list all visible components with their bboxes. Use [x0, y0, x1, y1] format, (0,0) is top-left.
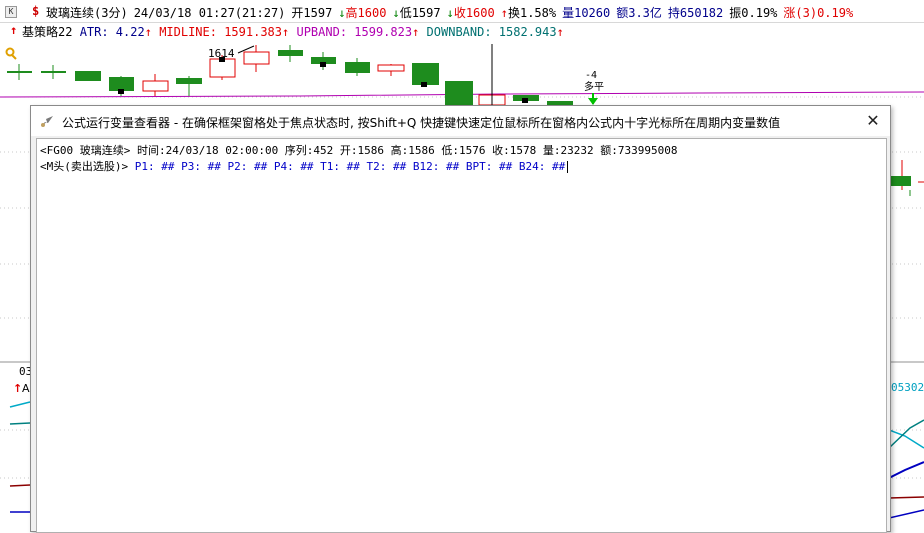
strategy-name: 基策略22	[22, 25, 73, 39]
high-mark-label: 1614	[208, 47, 235, 60]
candle	[412, 63, 439, 87]
candle	[345, 58, 370, 76]
up-arrow-icon: ↑	[500, 6, 508, 20]
variable-values: P1: ## P3: ## P2: ## P4: ## T1: ## T2: #…	[134, 160, 566, 173]
quote-low: 低1597	[399, 6, 441, 20]
k-line-icon[interactable]: K	[5, 6, 17, 18]
bar-info-line: <FG00 玻璃连续> 时间:24/03/18 02:00:00 序列:452 …	[40, 144, 678, 157]
quote-volume: 量10260	[562, 6, 611, 20]
candle	[278, 45, 303, 62]
candle	[41, 65, 66, 79]
up-arrow-icon: ↑ A	[13, 382, 30, 395]
up-arrow-icon: ↑	[10, 23, 18, 37]
indicator-line	[888, 461, 924, 479]
indicator-line	[9, 401, 31, 408]
quote-change: 涨(3)0.19%	[783, 6, 854, 20]
candle	[377, 64, 405, 76]
close-icon[interactable]: ✕	[861, 110, 885, 132]
up-arrow-icon: ↑	[412, 25, 420, 39]
indicator-line	[888, 509, 924, 519]
indicator-bar: ↑ 基策略22 ATR: 4.22↑ MIDLINE: 1591.383↑ UP…	[0, 22, 924, 40]
quote-bar: K $ 玻璃连续(3分) 24/03/18 01:27(21:27) 开1597 ↓高…	[0, 0, 924, 23]
variable-output-area[interactable]: <FG00 玻璃连续> 时间:24/03/18 02:00:00 序列:452 …	[36, 138, 887, 533]
candle	[75, 71, 101, 81]
quote-holding: 持650182	[667, 6, 724, 20]
symbol-name: 玻璃连续(3分)	[46, 6, 128, 20]
indicator-line	[888, 429, 924, 449]
candle	[109, 76, 134, 96]
candle	[445, 81, 473, 105]
midline-value: MIDLINE: 1591.383	[159, 25, 283, 39]
upband-value: UPBAND: 1599.823	[296, 25, 413, 39]
down-arrow-icon: ↓	[338, 6, 346, 20]
candle	[891, 160, 911, 190]
text-cursor	[567, 161, 569, 173]
atr-value: ATR: 4.22	[79, 25, 145, 39]
quote-high: 高1600	[345, 6, 387, 20]
rocket-icon	[41, 116, 53, 127]
candle	[513, 95, 539, 103]
quote-datetime: 24/03/18 01:27(21:27)	[133, 6, 286, 20]
downband-value: DOWNBAND: 1582.943	[426, 25, 557, 39]
indicator-line	[888, 496, 924, 499]
svg-text:↑: ↑	[13, 382, 22, 395]
zoom-icon[interactable]	[5, 47, 17, 60]
lower-pane-value: 05302	[891, 381, 924, 394]
formula-variables-line: <M头(卖出选股)> P1: ## P3: ## P2: ## P4: ## T…	[40, 158, 569, 174]
dialog-title: 公式运行变量查看器 - 在确保框架窗格处于焦点状态时, 按Shift+Q 快捷键…	[62, 116, 781, 130]
down-arrow-icon: ↓	[392, 6, 400, 20]
candle	[142, 74, 169, 96]
quote-amount: 额3.3亿	[616, 6, 662, 20]
candle	[176, 76, 202, 96]
signal-number: -4	[585, 70, 597, 81]
up-arrow-icon: ↑	[556, 25, 564, 39]
formula-name: <M头(卖出选股)>	[40, 160, 135, 173]
down-arrow-icon: ↓	[446, 6, 454, 20]
signal-arrow-icon	[588, 93, 598, 105]
dollar-icon: $	[32, 4, 40, 18]
variable-viewer-dialog: 公式运行变量查看器 - 在确保框架窗格处于焦点状态时, 按Shift+Q 快捷键…	[30, 105, 891, 533]
indicator-line	[9, 484, 31, 487]
up-arrow-icon: ↑	[144, 25, 152, 39]
quote-close: 收1600	[453, 6, 495, 20]
indicator-line	[9, 422, 31, 425]
candle	[7, 64, 32, 80]
svg-text:A: A	[22, 382, 30, 395]
quote-amplitude: 振0.19%	[729, 6, 778, 20]
quote-turnover: 换1.58%	[507, 6, 557, 20]
dialog-title-bar[interactable]: 公式运行变量查看器 - 在确保框架窗格处于焦点状态时, 按Shift+Q 快捷键…	[31, 106, 890, 136]
signal-text: 多平	[584, 80, 604, 93]
candle	[311, 52, 336, 70]
up-arrow-icon: ↑	[282, 25, 290, 39]
quote-open: 开1597	[291, 6, 333, 20]
